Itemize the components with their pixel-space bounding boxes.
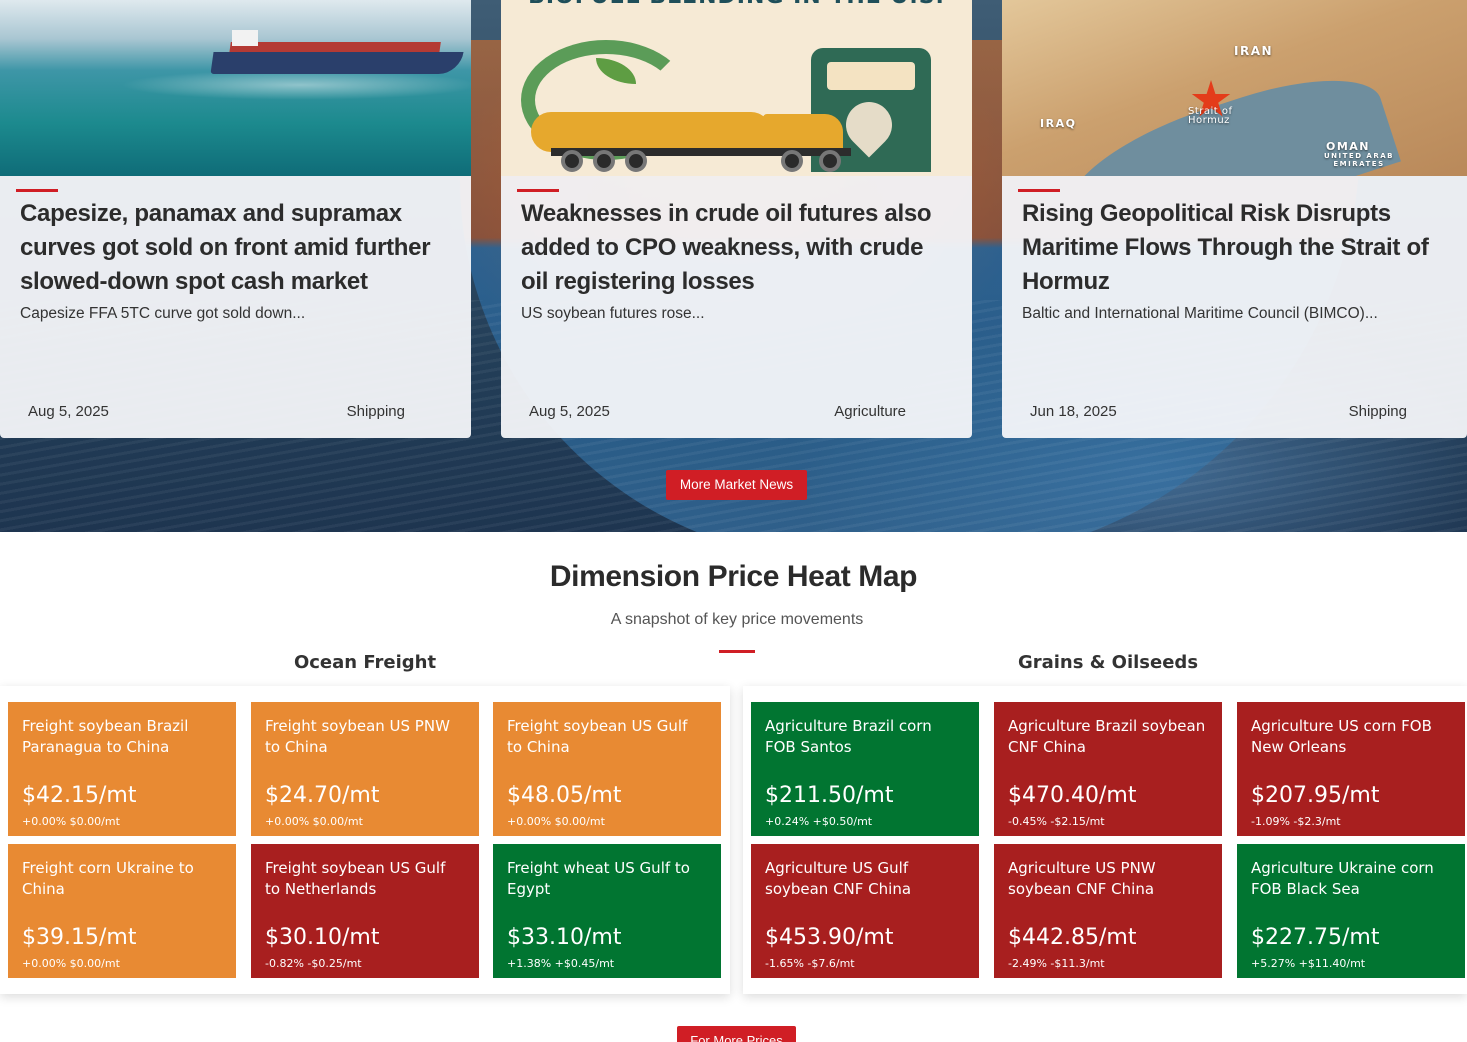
title-accent-bar bbox=[1018, 189, 1060, 192]
grains-oilseeds-panel: Agriculture Brazil corn FOB Santos $211.… bbox=[743, 686, 1467, 994]
tile-price: $227.75/mt bbox=[1251, 925, 1380, 950]
news-excerpt: US soybean futures rose... bbox=[521, 305, 705, 322]
tile-name: Freight wheat US Gulf to Egypt bbox=[507, 859, 690, 898]
tile-price: $42.15/mt bbox=[22, 783, 137, 808]
news-excerpt: Capesize FFA 5TC curve got sold down... bbox=[20, 305, 306, 322]
title-accent-bar bbox=[16, 189, 58, 192]
group-title-ocean-freight: Ocean Freight bbox=[293, 652, 437, 673]
tile-name: Agriculture Ukraine corn FOB Black Sea bbox=[1251, 859, 1434, 898]
fuel-pump-screen bbox=[827, 62, 915, 90]
tile-name: Freight soybean US PNW to China bbox=[265, 717, 450, 756]
price-tile[interactable]: Freight wheat US Gulf to Egypt $33.10/mt… bbox=[493, 844, 721, 978]
news-card[interactable]: BIOFUEL BLENDING IN THE U.S. Weaknesses … bbox=[501, 0, 972, 438]
tile-price: $39.15/mt bbox=[22, 925, 137, 950]
price-tile[interactable]: Freight soybean US PNW to China $24.70/m… bbox=[251, 702, 479, 836]
for-more-prices-button[interactable]: For More Prices bbox=[677, 1026, 796, 1042]
tile-price: $470.40/mt bbox=[1008, 783, 1137, 808]
news-date: Aug 5, 2025 bbox=[529, 403, 610, 420]
ocean-freight-panel: Freight soybean Brazil Paranagua to Chin… bbox=[0, 686, 730, 994]
tile-price: $453.90/mt bbox=[765, 925, 894, 950]
tile-change: +1.38% +$0.45/mt bbox=[507, 957, 615, 970]
news-image-hormuz-map[interactable]: IRAN IRAQ Strait of Hormuz OMAN UNITED A… bbox=[1002, 0, 1467, 176]
title-accent-bar bbox=[517, 189, 559, 192]
news-title[interactable]: Rising Geopolitical Risk Disrupts Mariti… bbox=[1022, 197, 1452, 299]
tile-change: -2.49% -$11.3/mt bbox=[1008, 957, 1105, 970]
news-image-cargo-ship[interactable] bbox=[0, 0, 471, 176]
tile-change: -0.45% -$2.15/mt bbox=[1008, 815, 1105, 828]
price-tile[interactable]: Agriculture Brazil corn FOB Santos $211.… bbox=[751, 702, 979, 836]
news-category[interactable]: Shipping bbox=[1349, 403, 1407, 420]
more-market-news-button[interactable]: More Market News bbox=[666, 470, 807, 500]
biofuel-image-heading: BIOFUEL BLENDING IN THE U.S. bbox=[501, 0, 972, 8]
tile-price: $30.10/mt bbox=[265, 925, 380, 950]
tile-price: $33.10/mt bbox=[507, 925, 622, 950]
tile-change: -1.09% -$2.3/mt bbox=[1251, 815, 1341, 828]
map-label-iran: IRAN bbox=[1234, 44, 1274, 58]
price-tile[interactable]: Agriculture US corn FOB New Orleans $207… bbox=[1237, 702, 1465, 836]
tile-name: Agriculture US corn FOB New Orleans bbox=[1251, 717, 1432, 756]
tile-name: Agriculture US PNW soybean CNF China bbox=[1008, 859, 1156, 898]
heatmap-title: Dimension Price Heat Map bbox=[549, 560, 918, 593]
truck-wheel bbox=[561, 150, 583, 172]
news-category[interactable]: Shipping bbox=[347, 403, 405, 420]
tile-price: $442.85/mt bbox=[1008, 925, 1137, 950]
map-label-iraq: IRAQ bbox=[1040, 117, 1077, 130]
tile-change: +0.00% $0.00/mt bbox=[22, 815, 120, 828]
map-label-uae: UNITED ARAB EMIRATES bbox=[1323, 152, 1394, 168]
price-tile[interactable]: Freight soybean US Gulf to China $48.05/… bbox=[493, 702, 721, 836]
tile-change: +0.00% $0.00/mt bbox=[22, 957, 120, 970]
ship-hull bbox=[210, 52, 464, 74]
price-tile[interactable]: Agriculture US PNW soybean CNF China $44… bbox=[994, 844, 1222, 978]
price-tile[interactable]: Freight corn Ukraine to China $39.15/mt … bbox=[8, 844, 236, 978]
news-card[interactable]: IRAN IRAQ Strait of Hormuz OMAN UNITED A… bbox=[1002, 0, 1467, 438]
price-tile[interactable]: Freight soybean Brazil Paranagua to Chin… bbox=[8, 702, 236, 836]
news-title[interactable]: Capesize, panamax and supramax curves go… bbox=[20, 197, 450, 299]
tile-name: Agriculture Brazil corn FOB Santos bbox=[765, 717, 932, 756]
news-excerpt: Baltic and International Maritime Counci… bbox=[1022, 305, 1378, 322]
tile-name: Freight soybean Brazil Paranagua to Chin… bbox=[22, 717, 189, 756]
tile-change: +0.00% $0.00/mt bbox=[265, 815, 363, 828]
tile-name: Agriculture US Gulf soybean CNF China bbox=[765, 859, 912, 898]
tile-name: Freight corn Ukraine to China bbox=[22, 859, 194, 898]
price-tile[interactable]: Agriculture Brazil soybean CNF China $47… bbox=[994, 702, 1222, 836]
map-label-strait: Strait of Hormuz bbox=[1188, 106, 1233, 126]
tile-change: +5.27% +$11.40/mt bbox=[1251, 957, 1366, 970]
tile-price: $207.95/mt bbox=[1251, 783, 1380, 808]
news-card[interactable]: Capesize, panamax and supramax curves go… bbox=[0, 0, 471, 438]
tile-name: Freight soybean US Gulf to China bbox=[507, 717, 688, 756]
tile-change: +0.24% +$0.50/mt bbox=[765, 815, 873, 828]
tile-change: +0.00% $0.00/mt bbox=[507, 815, 605, 828]
truck-wheel bbox=[819, 150, 841, 172]
truck-wheel bbox=[593, 150, 615, 172]
price-tile[interactable]: Agriculture US Gulf soybean CNF China $4… bbox=[751, 844, 979, 978]
tile-name: Agriculture Brazil soybean CNF China bbox=[1008, 717, 1206, 756]
group-title-grains-oilseeds: Grains & Oilseeds bbox=[1017, 652, 1199, 673]
heatmap-subtitle: A snapshot of key price movements bbox=[610, 611, 864, 628]
tile-name: Freight soybean US Gulf to Netherlands bbox=[265, 859, 446, 898]
tile-change: -0.82% -$0.25/mt bbox=[265, 957, 362, 970]
truck-wheel bbox=[781, 150, 803, 172]
news-date: Jun 18, 2025 bbox=[1030, 403, 1117, 420]
news-date: Aug 5, 2025 bbox=[28, 403, 109, 420]
news-image-biofuel[interactable]: BIOFUEL BLENDING IN THE U.S. bbox=[501, 0, 972, 176]
news-title[interactable]: Weaknesses in crude oil futures also add… bbox=[521, 197, 951, 299]
truck-wheel bbox=[625, 150, 647, 172]
ship-bridge bbox=[232, 30, 258, 46]
tile-price: $24.70/mt bbox=[265, 783, 380, 808]
price-tile[interactable]: Freight soybean US Gulf to Netherlands $… bbox=[251, 844, 479, 978]
news-category[interactable]: Agriculture bbox=[834, 403, 906, 420]
wave-foam bbox=[120, 70, 471, 100]
market-news-hero: Capesize, panamax and supramax curves go… bbox=[0, 0, 1467, 532]
tile-price: $211.50/mt bbox=[765, 783, 894, 808]
tile-price: $48.05/mt bbox=[507, 783, 622, 808]
tile-change: -1.65% -$7.6/mt bbox=[765, 957, 855, 970]
price-tile[interactable]: Agriculture Ukraine corn FOB Black Sea $… bbox=[1237, 844, 1465, 978]
tanker-truck-icon bbox=[531, 112, 771, 152]
